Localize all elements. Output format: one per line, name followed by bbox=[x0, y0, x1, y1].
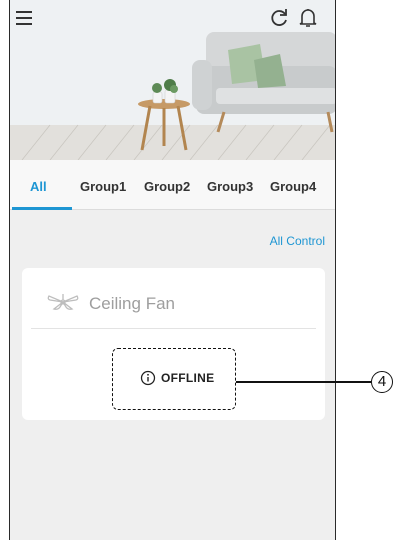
offline-label: OFFLINE bbox=[161, 371, 215, 385]
offline-status: OFFLINE bbox=[112, 348, 236, 410]
tab-group1[interactable]: Group1 bbox=[80, 179, 126, 194]
hero-banner bbox=[10, 0, 335, 160]
tab-group2[interactable]: Group2 bbox=[144, 179, 190, 194]
refresh-icon[interactable] bbox=[267, 6, 291, 30]
info-icon bbox=[140, 370, 156, 386]
device-list-area: All Control Ceiling Fan OFFLINE bbox=[10, 210, 335, 540]
phone-screen: All Group1 Group2 Group3 Group4 All Cont… bbox=[9, 0, 336, 540]
tab-group4[interactable]: Group4 bbox=[270, 179, 316, 194]
all-control-link[interactable]: All Control bbox=[270, 234, 325, 248]
card-divider bbox=[31, 328, 316, 329]
menu-icon[interactable] bbox=[12, 6, 36, 30]
device-name: Ceiling Fan bbox=[89, 294, 175, 313]
callout-leader-line bbox=[236, 381, 371, 383]
ceiling-fan-icon bbox=[47, 294, 79, 310]
tab-all[interactable]: All bbox=[30, 179, 47, 194]
device-card[interactable]: Ceiling Fan OFFLINE bbox=[22, 268, 325, 420]
callout-number: 4 bbox=[371, 371, 393, 393]
group-tabs: All Group1 Group2 Group3 Group4 bbox=[10, 160, 335, 210]
bell-icon[interactable] bbox=[296, 6, 320, 30]
tab-group3[interactable]: Group3 bbox=[207, 179, 253, 194]
